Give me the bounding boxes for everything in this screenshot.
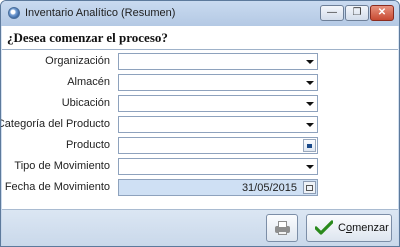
organization-label: Organización bbox=[45, 55, 110, 67]
start-button-label: Comenzar bbox=[338, 222, 389, 234]
chevron-down-icon[interactable] bbox=[302, 54, 317, 69]
product-category-label: Categoría del Producto bbox=[0, 118, 110, 130]
location-label: Ubicación bbox=[61, 97, 110, 109]
search-icon[interactable] bbox=[303, 139, 316, 152]
chevron-down-icon[interactable] bbox=[302, 117, 317, 132]
product-search-field[interactable] bbox=[118, 137, 318, 154]
printer-icon bbox=[275, 221, 290, 235]
close-button[interactable]: ✕ bbox=[370, 5, 394, 21]
organization-dropdown[interactable] bbox=[118, 53, 318, 70]
product-category-dropdown[interactable] bbox=[118, 116, 318, 133]
calendar-icon[interactable] bbox=[303, 181, 316, 194]
movement-date-label: Fecha de Movimiento bbox=[4, 181, 110, 193]
maximize-button[interactable]: ❐ bbox=[345, 5, 369, 21]
start-button[interactable]: Comenzar bbox=[306, 214, 392, 242]
movement-type-label: Tipo de Movimiento bbox=[14, 160, 110, 172]
window-title: Inventario Analítico (Resumen) bbox=[25, 7, 176, 19]
print-button[interactable] bbox=[266, 214, 298, 242]
location-dropdown[interactable] bbox=[118, 95, 318, 112]
app-icon bbox=[8, 7, 20, 19]
movement-date-field[interactable]: 31/05/2015 bbox=[118, 179, 318, 196]
chevron-down-icon[interactable] bbox=[302, 96, 317, 111]
checkmark-icon bbox=[315, 220, 333, 235]
warehouse-label: Almacén bbox=[67, 76, 110, 88]
product-label: Producto bbox=[65, 139, 110, 151]
process-question: ¿Desea comenzar el proceso? bbox=[7, 30, 168, 45]
movement-type-dropdown[interactable] bbox=[118, 158, 318, 175]
button-bar: Comenzar bbox=[2, 209, 398, 246]
movement-date-value: 31/05/2015 bbox=[241, 182, 297, 194]
warehouse-dropdown[interactable] bbox=[118, 74, 318, 91]
parameters-panel: Organización Almacén Ubicación Categoría… bbox=[0, 50, 398, 209]
dialog-window: Inventario Analítico (Resumen) — ❐ ✕ ¿De… bbox=[0, 0, 400, 247]
chevron-down-icon[interactable] bbox=[302, 159, 317, 174]
minimize-button[interactable]: — bbox=[320, 5, 344, 21]
dialog-header: ¿Desea comenzar el proceso? bbox=[2, 26, 398, 50]
title-bar[interactable]: Inventario Analítico (Resumen) — ❐ ✕ bbox=[1, 1, 399, 26]
chevron-down-icon[interactable] bbox=[302, 75, 317, 90]
